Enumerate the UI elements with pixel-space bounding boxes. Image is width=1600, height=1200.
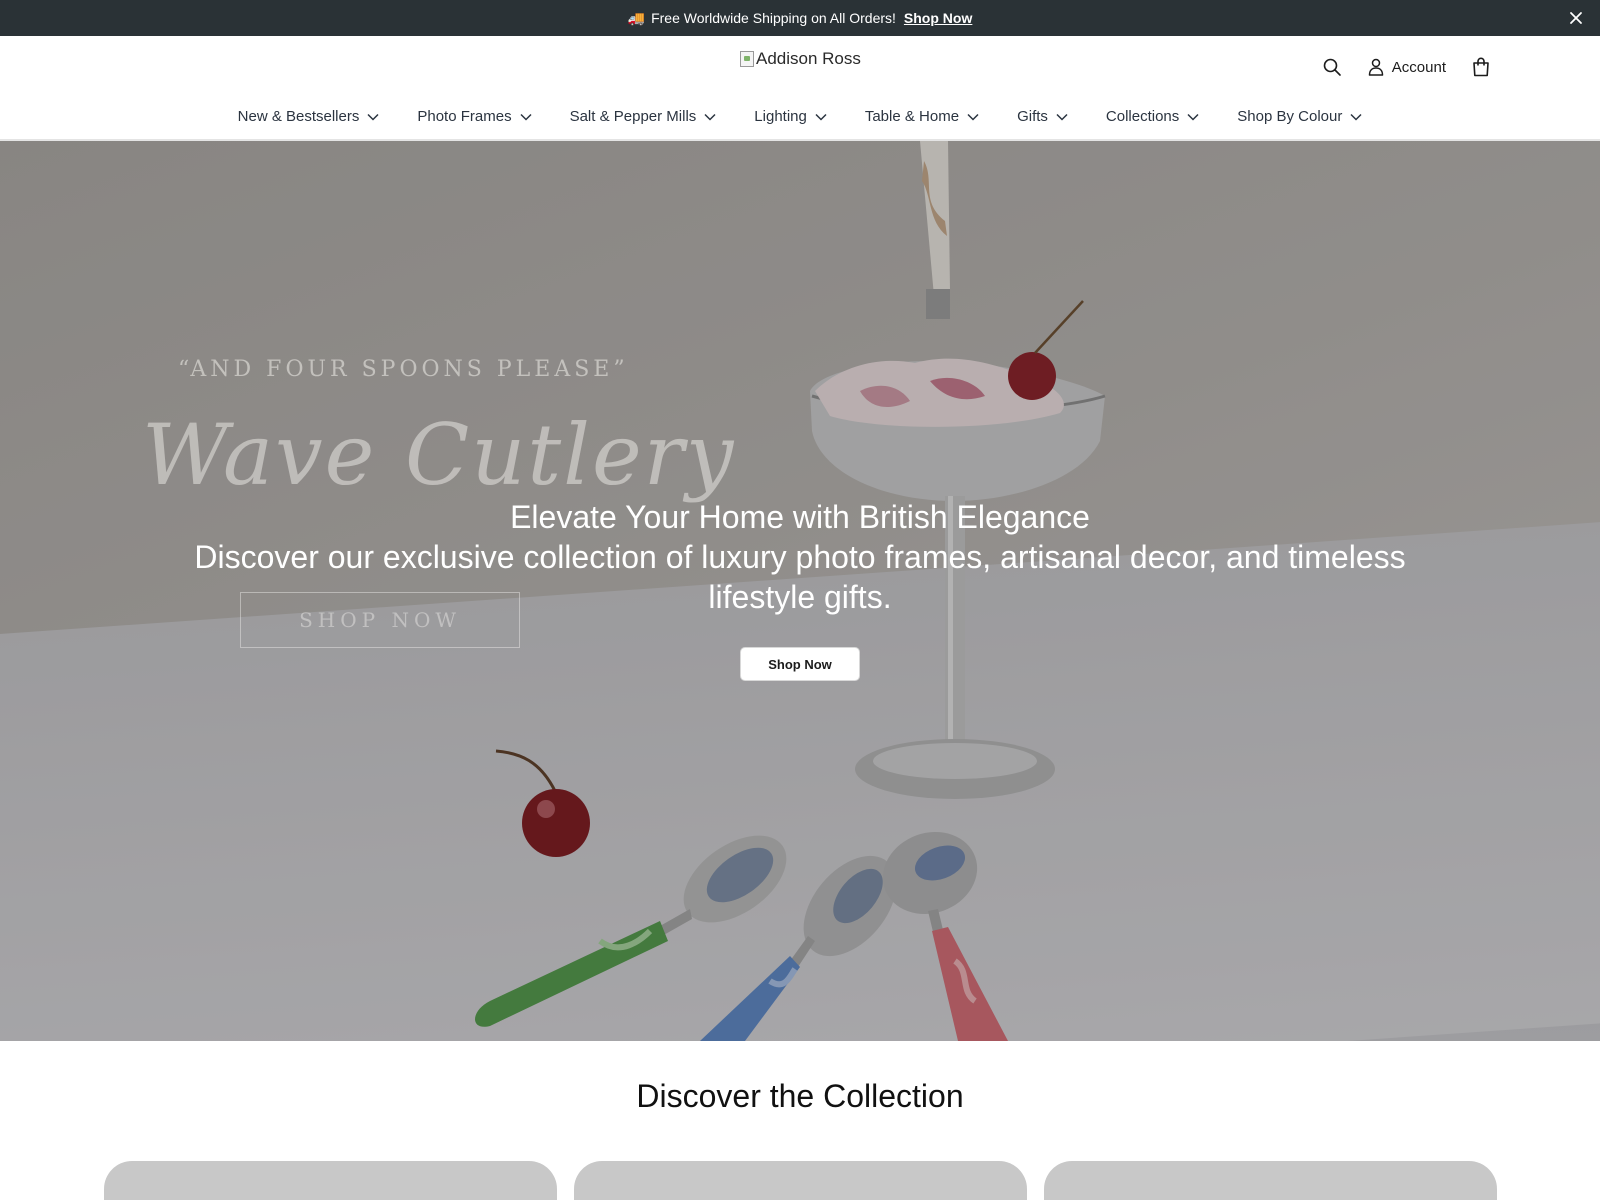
- hero-banner: “AND FOUR SPOONS PLEASE” Wave Cutlery SH…: [0, 141, 1600, 1041]
- announcement-text: Free Worldwide Shipping on All Orders!: [651, 10, 896, 26]
- hero-description: Discover our exclusive collection of lux…: [194, 539, 1406, 615]
- collection-card[interactable]: [1044, 1161, 1497, 1200]
- nav-item-photo-frames[interactable]: Photo Frames: [417, 108, 532, 125]
- nav-item-label: Photo Frames: [417, 108, 512, 125]
- chevron-down-icon: [967, 113, 979, 121]
- search-button[interactable]: [1322, 57, 1342, 77]
- broken-image-icon: [740, 51, 754, 67]
- close-icon[interactable]: [1566, 8, 1586, 28]
- hero-text-block: Elevate Your Home with British Elegance …: [0, 497, 1600, 617]
- chevron-down-icon: [1350, 113, 1362, 121]
- account-label: Account: [1391, 58, 1446, 76]
- user-icon: [1368, 58, 1384, 76]
- nav-item-label: Salt & Pepper Mills: [569, 108, 697, 125]
- nav-item-collections[interactable]: Collections: [1106, 108, 1199, 125]
- shopping-bag-icon: [1473, 57, 1489, 77]
- header-actions: Account: [1322, 57, 1490, 77]
- nav-item-table-home[interactable]: Table & Home: [865, 108, 979, 125]
- nav-item-salt-pepper-mills[interactable]: Salt & Pepper Mills: [570, 108, 717, 125]
- nav-item-label: New & Bestsellers: [237, 108, 360, 125]
- logo-alt-text: Addison Ross: [756, 49, 861, 68]
- nav-item-label: Shop By Colour: [1237, 108, 1343, 125]
- hero-title: Elevate Your Home with British Elegance: [510, 499, 1090, 535]
- logo[interactable]: Addison Ross: [740, 49, 861, 69]
- account-button[interactable]: Account: [1368, 58, 1446, 76]
- collection-card[interactable]: [574, 1161, 1027, 1200]
- chevron-down-icon: [815, 113, 827, 121]
- collection-cards: [104, 1161, 1514, 1200]
- main-nav: New & Bestsellers Photo Frames Salt & Pe…: [0, 108, 1600, 125]
- search-icon: [1323, 58, 1341, 76]
- truck-icon: 🚚: [627, 9, 646, 26]
- nav-item-label: Gifts: [1017, 108, 1048, 125]
- nav-item-shop-by-colour[interactable]: Shop By Colour: [1237, 108, 1362, 125]
- chevron-down-icon: [1056, 113, 1068, 121]
- site-header: Addison Ross Account New & Bestsellers P…: [0, 36, 1600, 141]
- chevron-down-icon: [1187, 113, 1199, 121]
- chevron-down-icon: [704, 113, 716, 121]
- cart-button[interactable]: [1472, 57, 1490, 77]
- nav-item-label: Lighting: [754, 108, 807, 125]
- announcement-bar: 🚚 Free Worldwide Shipping on All Orders!…: [0, 0, 1600, 36]
- nav-item-label: Collections: [1105, 108, 1180, 125]
- hero-image-subtitle: “AND FOUR SPOONS PLEASE”: [178, 357, 629, 382]
- nav-item-label: Table & Home: [864, 108, 960, 125]
- announcement-shop-now-link[interactable]: Shop Now: [904, 10, 972, 26]
- nav-item-gifts[interactable]: Gifts: [1017, 108, 1068, 125]
- collection-title: Discover the Collection: [636, 1078, 964, 1114]
- nav-item-lighting[interactable]: Lighting: [754, 108, 827, 125]
- collection-card[interactable]: [104, 1161, 557, 1200]
- chevron-down-icon: [367, 113, 379, 121]
- hero-shop-now-button[interactable]: Shop Now: [740, 647, 860, 681]
- hero-image-title: Wave Cutlery: [142, 406, 736, 504]
- nav-item-new-bestsellers[interactable]: New & Bestsellers: [238, 108, 380, 125]
- chevron-down-icon: [520, 113, 532, 121]
